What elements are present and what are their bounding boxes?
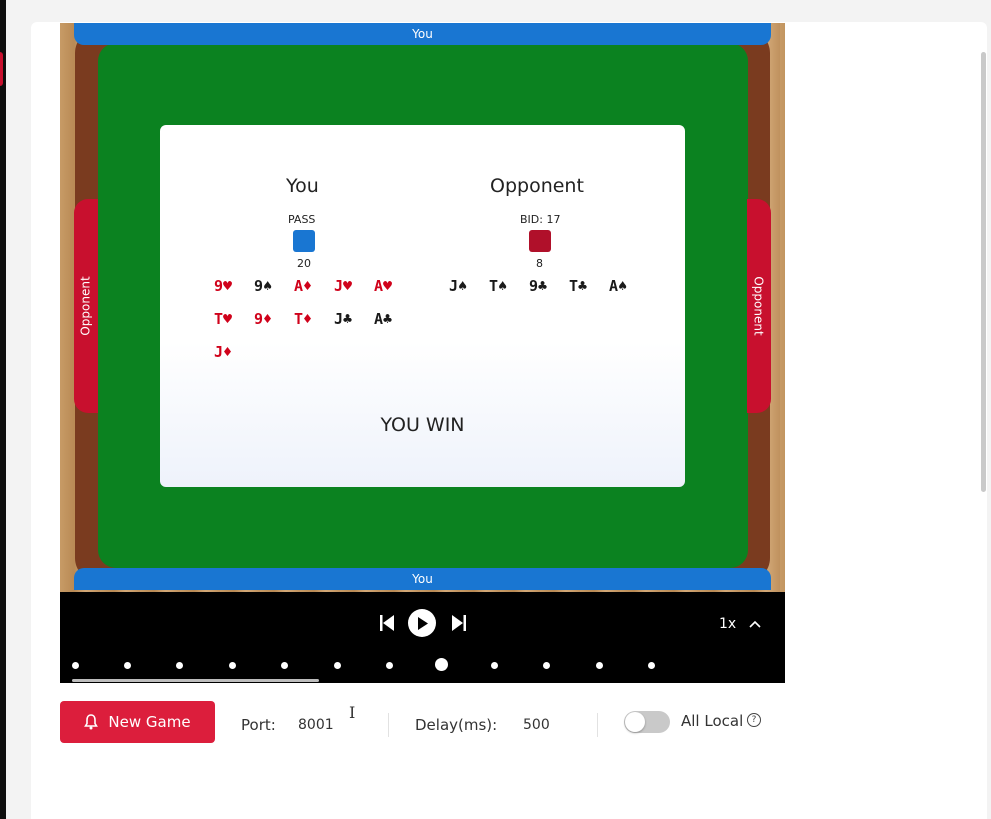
new-game-label: New Game xyxy=(108,713,191,731)
timeline-step[interactable] xyxy=(123,662,131,669)
playing-card: J♠ xyxy=(449,277,468,295)
new-game-button[interactable]: New Game xyxy=(60,701,215,743)
footer-toolbar: New Game Port: 8001 Delay(ms): 500 All L… xyxy=(60,701,800,745)
scrollbar[interactable] xyxy=(981,52,986,492)
timeline-step[interactable] xyxy=(71,662,79,669)
outcome-text: YOU WIN xyxy=(380,414,465,436)
playing-card: T♥ xyxy=(214,310,233,328)
timeline-step[interactable] xyxy=(543,662,551,669)
left-player-tab: Opponent xyxy=(74,199,98,413)
timeline-step[interactable] xyxy=(490,662,498,669)
help-icon[interactable]: ? xyxy=(747,713,761,727)
timeline-step[interactable] xyxy=(333,662,341,669)
player-name-opponent: Opponent xyxy=(490,175,584,197)
playing-card: T♦ xyxy=(294,310,313,328)
play-button[interactable] xyxy=(408,609,436,637)
port-field[interactable]: 8001 xyxy=(298,717,334,733)
game-board: You You Opponent Opponent You PASS 20 9♥… xyxy=(60,23,785,593)
timeline-step[interactable] xyxy=(595,662,603,669)
chevron-up-icon xyxy=(749,616,761,632)
previous-step-button[interactable] xyxy=(377,612,397,634)
playing-card: 9♥ xyxy=(214,277,233,295)
bottom-player-banner: You xyxy=(74,568,771,590)
speed-selector[interactable]: 1x xyxy=(719,616,761,632)
all-local-label: All Local xyxy=(681,712,744,730)
skip-back-icon xyxy=(380,615,394,631)
player-chip-you xyxy=(293,230,315,252)
playing-card: A♠ xyxy=(609,277,628,295)
timeline-step[interactable] xyxy=(385,662,393,669)
player-status-opponent: BID: 17 xyxy=(520,213,561,226)
port-label: Port: xyxy=(241,716,276,734)
playing-card: A♦ xyxy=(294,277,313,295)
playback-controls: 1x xyxy=(60,592,785,683)
playing-card: 9♦ xyxy=(254,310,273,328)
playing-card: J♣ xyxy=(334,310,353,328)
top-player-banner: You xyxy=(74,23,771,45)
playing-card: 9♠ xyxy=(254,277,273,295)
divider xyxy=(597,713,598,737)
playing-card: T♠ xyxy=(489,277,508,295)
playing-card: A♣ xyxy=(374,310,393,328)
delay-label: Delay(ms): xyxy=(415,716,498,734)
play-icon xyxy=(418,616,428,630)
timeline-step-current[interactable] xyxy=(435,658,449,671)
player-score-opponent: 8 xyxy=(536,257,543,270)
timeline-step[interactable] xyxy=(176,662,184,669)
player-chip-opponent xyxy=(529,230,551,252)
divider xyxy=(388,713,389,737)
text-cursor-icon: I xyxy=(349,703,356,722)
next-step-button[interactable] xyxy=(449,612,469,634)
progress-bar[interactable] xyxy=(72,679,319,682)
left-marker xyxy=(0,52,3,86)
playing-card: T♣ xyxy=(569,277,588,295)
speed-value: 1x xyxy=(719,616,737,632)
delay-field[interactable]: 500 xyxy=(523,717,550,733)
left-player-label: Opponent xyxy=(79,276,94,336)
timeline-step[interactable] xyxy=(647,662,655,669)
player-score-you: 20 xyxy=(297,257,311,270)
timeline-step[interactable] xyxy=(281,662,289,669)
left-edge xyxy=(0,0,6,819)
player-status-you: PASS xyxy=(288,213,316,226)
playing-card: J♥ xyxy=(334,277,353,295)
result-dialog: You PASS 20 9♥ 9♠ A♦ J♥ A♥ T♥ 9♦ T♦ J♣ A♣ J♦ Oppon… xyxy=(160,125,685,487)
skip-forward-icon xyxy=(452,615,466,631)
toggle-knob xyxy=(625,712,645,732)
bell-icon xyxy=(84,714,99,730)
playing-card: 9♣ xyxy=(529,277,548,295)
right-player-label: Opponent xyxy=(752,276,767,336)
right-player-tab: Opponent xyxy=(747,199,771,413)
playing-card: A♥ xyxy=(374,277,393,295)
all-local-toggle[interactable] xyxy=(624,711,670,733)
playing-card: J♦ xyxy=(214,343,233,361)
timeline-step[interactable] xyxy=(228,662,236,669)
player-name-you: You xyxy=(286,175,319,197)
